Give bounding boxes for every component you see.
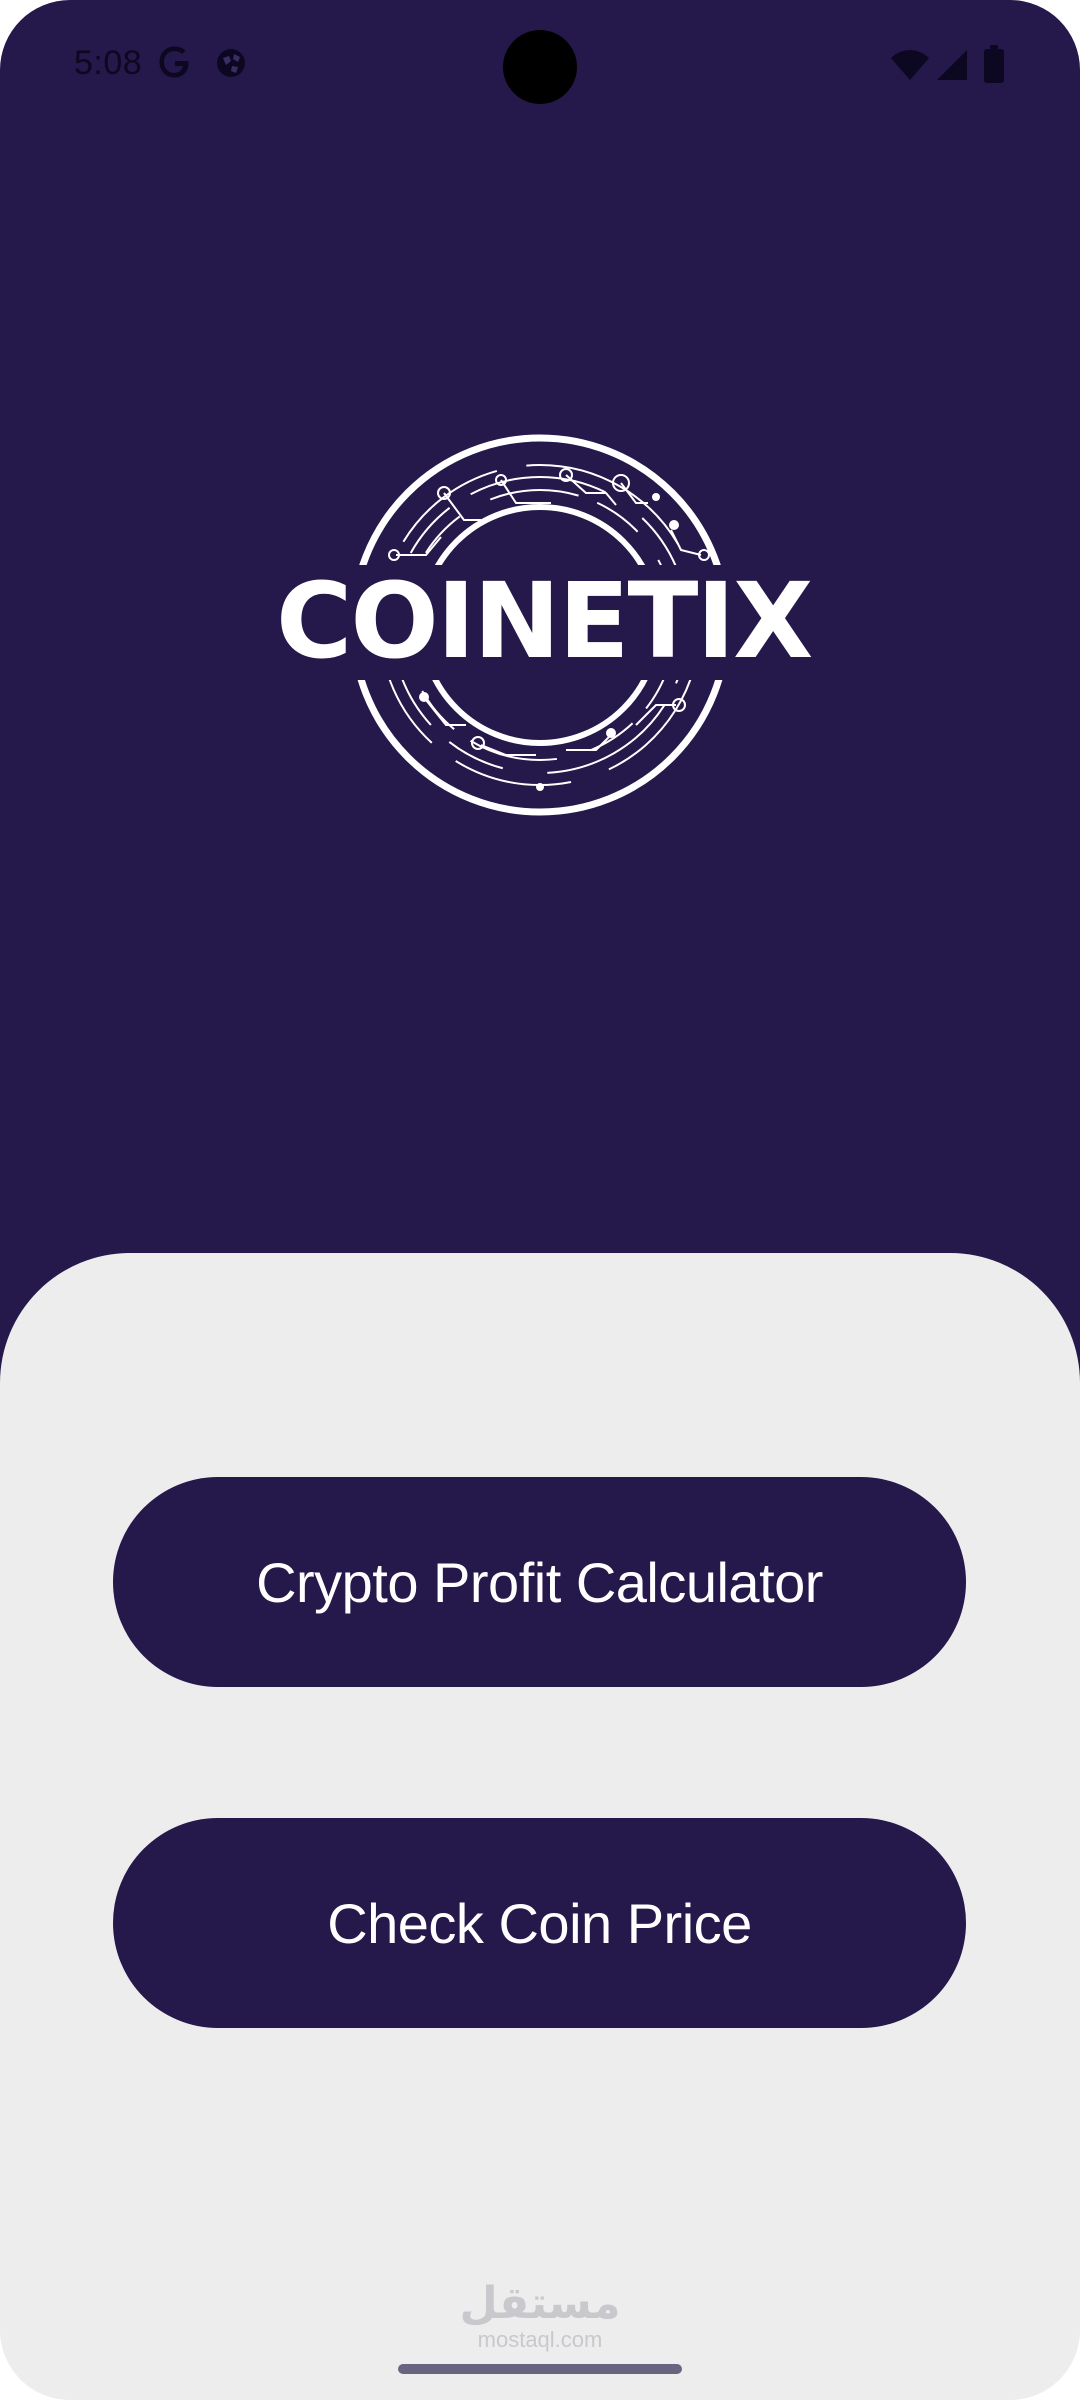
- crypto-profit-calculator-label: Crypto Profit Calculator: [256, 1550, 823, 1614]
- google-g-icon: [159, 46, 189, 78]
- cellular-signal-icon: [937, 50, 967, 80]
- battery-icon: [984, 45, 1004, 83]
- check-coin-price-label: Check Coin Price: [327, 1891, 752, 1955]
- home-indicator[interactable]: [398, 2364, 682, 2374]
- check-coin-price-button[interactable]: Check Coin Price: [113, 1818, 966, 2028]
- wifi-icon: [891, 50, 929, 80]
- status-bar: 5:08: [0, 0, 1080, 130]
- watermark: مستقل mostaql.com: [440, 2282, 640, 2352]
- watermark-latin: mostaql.com: [477, 2327, 603, 2352]
- globe-icon: [217, 49, 245, 77]
- camera-cutout: [503, 30, 577, 104]
- crypto-profit-calculator-button[interactable]: Crypto Profit Calculator: [113, 1477, 966, 1687]
- app-screen: 5:08 COINETIX Crypto Profit Calculator C…: [0, 0, 1080, 2400]
- logo-wordmark: COINETIX: [276, 560, 813, 682]
- watermark-arabic: مستقل: [459, 2278, 621, 2329]
- coinetix-logo: COINETIX: [276, 425, 813, 825]
- status-time: 5:08: [74, 44, 143, 82]
